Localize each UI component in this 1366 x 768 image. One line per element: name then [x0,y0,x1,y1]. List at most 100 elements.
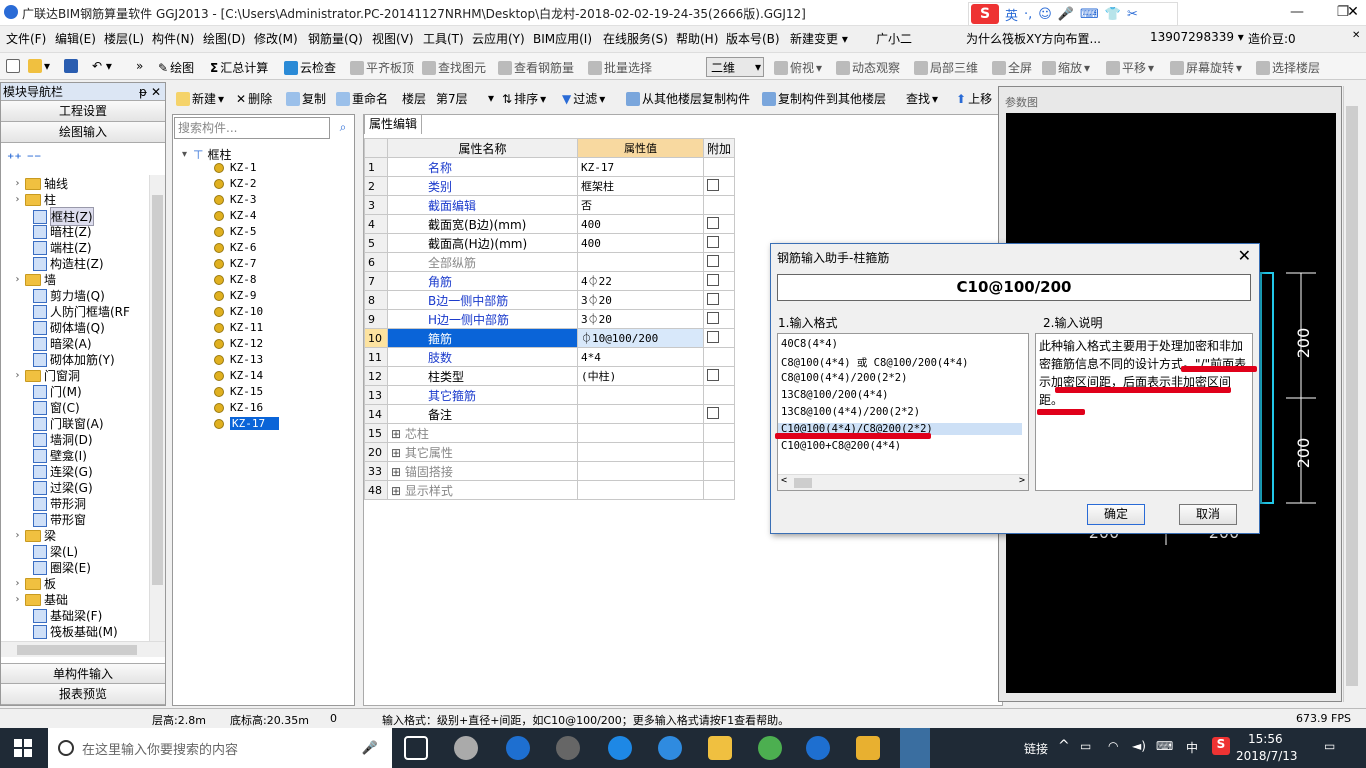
top-view-button[interactable]: 俯视 ▾ [774,59,822,76]
component-item[interactable]: KZ-17 [214,417,280,430]
rename-button[interactable]: 重命名 [336,90,388,107]
notes-icon[interactable] [856,736,880,760]
menu-tools[interactable]: 工具(T) [423,30,464,47]
scroll-right-icon[interactable]: > [1019,475,1025,486]
property-row[interactable]: 12 柱类型 (中柱) [364,366,736,386]
notification-icon[interactable]: ▭ [1324,739,1335,753]
keyboard-icon[interactable]: ⌨ [1080,7,1099,22]
component-item[interactable]: KZ-7 [214,257,257,270]
view-mode-select[interactable]: 二维 ▾ [706,57,764,77]
property-row[interactable]: 3 截面编辑否 [364,195,736,215]
copy-from-floor-button[interactable]: 从其他楼层复制构件 [626,90,750,107]
sum-calc-button[interactable]: Σ 汇总计算 [210,59,268,76]
expand-icon[interactable]: › [13,578,22,589]
component-item[interactable]: KZ-4 [214,209,257,222]
app-fan-icon[interactable] [454,736,478,760]
flat-top-button[interactable]: 平齐板顶 [350,59,414,76]
menu-phone[interactable]: 13907298339 ▾ [1150,30,1244,44]
property-name[interactable]: 截面编辑 [387,195,578,215]
property-name[interactable]: B边一侧中部筋 [387,290,578,310]
active-app-icon[interactable] [900,728,930,768]
property-value[interactable] [577,442,704,462]
property-row[interactable]: 13 其它箍筋 [364,385,736,405]
single-component-input-button[interactable]: 单构件输入 [1,663,165,684]
property-row[interactable]: 1 名称 KZ-17 [364,157,736,177]
extra-checkbox[interactable] [707,368,719,381]
menu-close-icon[interactable]: ✕ [1352,30,1360,41]
expand-icon[interactable]: › [13,530,22,541]
tab-property-edit[interactable]: 属性编辑 [364,114,422,134]
nav-leaf[interactable]: 剪力墙(Q) [33,287,105,304]
format-hscrollbar[interactable]: < > [778,474,1028,490]
nav-leaf[interactable]: 门(M) [33,383,82,400]
close-window-button[interactable]: ✕ [1340,0,1366,26]
property-row[interactable]: 9 H边一侧中部筋 3⏀20 [364,309,736,329]
property-value[interactable]: 3⏀20 [577,309,704,329]
extra-checkbox[interactable] [707,216,719,229]
property-value[interactable]: 4⏀22 [577,271,704,291]
property-row[interactable]: 20 ⊞ 其它属性 [364,442,736,462]
floor-select[interactable]: 第7层 ▾ [434,88,494,108]
property-value[interactable]: 否 [577,195,704,215]
dynamic-view-button[interactable]: 动态观察 [836,59,900,76]
expand-icon[interactable]: › [13,274,22,285]
project-settings-button[interactable]: 工程设置 [1,101,165,122]
expand-group-icon[interactable]: ⊞ [391,484,405,498]
close-icon[interactable]: ✕ [151,83,161,101]
expand-collapse-icons[interactable]: ⁺⁺ ⁻⁻ [7,151,41,167]
filter-button[interactable]: ▼ 过滤 ▾ [562,90,605,107]
property-row[interactable]: 4 截面宽(B边)(mm) 400 [364,214,736,234]
nav-leaf[interactable]: 带形洞 [33,495,86,512]
expand-icon[interactable]: › [13,594,22,605]
extra-checkbox[interactable] [707,178,719,191]
scroll-left-icon[interactable]: < [781,475,787,486]
rotate-button[interactable]: 屏幕旋转 ▾ [1170,59,1242,76]
emoji-icon[interactable]: ☺ [1038,7,1052,22]
extra-checkbox[interactable] [707,273,719,286]
menu-edit[interactable]: 编辑(E) [55,30,96,47]
component-item[interactable]: KZ-12 [214,337,263,350]
delete-button[interactable]: ✕ 删除 [236,90,272,107]
component-item[interactable]: KZ-2 [214,177,257,190]
nav-folder[interactable]: › 门窗洞 [13,367,81,384]
nav-leaf[interactable]: 端柱(Z) [33,239,92,256]
component-item[interactable]: KZ-14 [214,369,263,382]
property-value[interactable]: 框架柱 [577,176,704,196]
cloud-check-button[interactable]: 云检查 [284,59,336,76]
green-app-icon[interactable] [758,736,782,760]
menu-cloud[interactable]: 云应用(Y) [472,30,525,47]
property-name[interactable]: ⊞ 芯柱 [387,423,578,443]
expand-icon[interactable]: › [13,194,22,205]
nav-leaf[interactable]: 基础梁(F) [33,607,102,624]
format-item[interactable]: C8@100(4*4)/200(2*2) [781,372,907,384]
component-item[interactable]: KZ-9 [214,289,257,302]
clock-date[interactable]: 2018/7/13 [1236,749,1298,763]
menu-floor[interactable]: 楼层(L) [104,30,144,47]
tray-link-label[interactable]: 链接 [1024,740,1048,757]
property-name[interactable]: 柱类型 [387,366,578,386]
nav-leaf[interactable]: 过梁(G) [33,479,93,496]
menu-help[interactable]: 帮助(H) [676,30,718,47]
sogou-icon[interactable]: S [971,4,999,24]
nav-folder[interactable]: › 柱 [13,191,57,208]
ie-blue-icon[interactable] [658,736,682,760]
find-button[interactable]: 查找 ▾ [906,90,938,107]
task-view-icon[interactable] [404,736,428,760]
menu-online[interactable]: 在线服务(S) [603,30,668,47]
property-value[interactable]: 4*4 [577,347,704,367]
fullscreen-button[interactable]: 全屏 [992,59,1032,76]
cancel-button[interactable]: 取消 [1179,504,1237,525]
format-item[interactable]: 13C8@100/200(4*4) [781,389,888,401]
find-element-button[interactable]: 查找图元 [422,59,486,76]
steel-input-field[interactable]: C10@100/200 [777,274,1251,301]
extra-checkbox[interactable] [707,330,719,343]
property-name[interactable]: 截面宽(B边)(mm) [387,214,578,234]
menu-draw[interactable]: 绘图(D) [203,30,246,47]
nav-folder[interactable]: › 板 [13,575,57,592]
property-value[interactable] [577,252,704,272]
property-value[interactable] [577,461,704,481]
property-value[interactable] [577,480,704,500]
ok-button[interactable]: 确定 [1087,504,1145,525]
nav-leaf[interactable]: 带形窗 [33,511,86,528]
property-row[interactable]: 11 肢数 4*4 [364,347,736,367]
